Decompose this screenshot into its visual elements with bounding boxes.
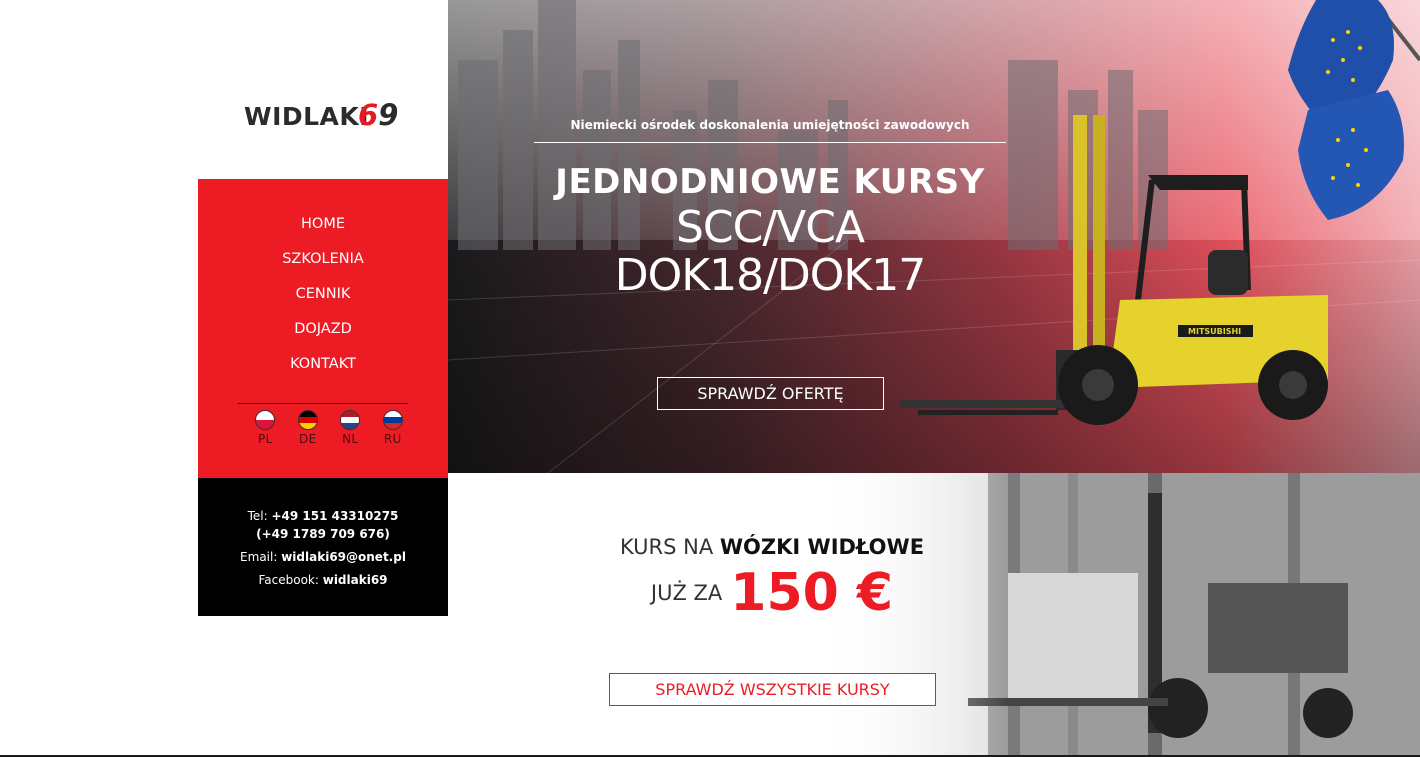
main-nav: HOME SZKOLENIA CENNIK DOJAZD KONTAKT PL … <box>198 179 448 478</box>
language-divider <box>238 403 408 404</box>
lang-pl[interactable]: PL <box>244 409 287 446</box>
all-courses-button[interactable]: SPRAWDŹ WSZYSTKIE KURSY <box>609 673 936 706</box>
germany-flag-icon[interactable] <box>297 410 318 430</box>
nav-item-home[interactable]: HOME <box>198 213 448 248</box>
poland-flag-icon[interactable] <box>255 410 276 430</box>
contact-tel-alt[interactable]: (+49 1789 709 676) <box>198 527 448 541</box>
logo-number: 69 <box>358 98 399 132</box>
hero-subheadline-1: SCC/VCA <box>675 202 865 253</box>
facebook-link[interactable]: widlaki69 <box>323 573 388 587</box>
hero-subheadline-2: DOK18/DOK17 <box>614 250 927 301</box>
logo-text: WIDLAKI <box>244 102 370 131</box>
svg-text:MITSUBISHI: MITSUBISHI <box>1188 327 1241 336</box>
eu-flags-image <box>1288 0 1420 220</box>
contact-tel: Tel: +49 151 43310275 <box>247 509 399 523</box>
email-link[interactable]: widlaki69@onet.pl <box>281 550 406 564</box>
contact-facebook: Facebook: widlaki69 <box>258 573 388 587</box>
phone-link[interactable]: +49 151 43310275 <box>271 509 398 523</box>
contact-box: Tel: +49 151 43310275 (+49 1789 709 676)… <box>198 478 448 616</box>
contact-email: Email: widlaki69@onet.pl <box>240 550 406 564</box>
hero-divider <box>534 142 1006 143</box>
nav-item-szkolenia[interactable]: SZKOLENIA <box>198 248 448 283</box>
lang-code-nl[interactable]: NL <box>329 432 372 446</box>
nav-item-dojazd[interactable]: DOJAZD <box>198 318 448 353</box>
hero-headline: JEDNODNIOWE KURSY <box>555 162 985 202</box>
check-offer-button[interactable]: SPRAWDŹ OFERTĘ <box>657 377 884 410</box>
russia-flag-icon[interactable] <box>382 410 403 430</box>
language-switcher: PL DE NL RU <box>244 409 414 446</box>
lang-code-de[interactable]: DE <box>287 432 330 446</box>
nav-item-kontakt[interactable]: KONTAKT <box>198 353 448 388</box>
lang-de[interactable]: DE <box>287 409 330 446</box>
netherlands-flag-icon[interactable] <box>340 410 361 430</box>
hero-banner: MITSUBISHI Niemiecki ośrodek doskonaleni… <box>448 0 1420 473</box>
site-logo[interactable]: WIDLAKI 69 <box>244 98 404 136</box>
lang-code-pl[interactable]: PL <box>244 432 287 446</box>
promo-line-1: KURS NA WÓZKI WIDŁOWE <box>619 535 925 559</box>
lang-nl[interactable]: NL <box>329 409 372 446</box>
promo-line-2: JUŻ ZA 150 € <box>650 563 894 623</box>
promo-price: 150 € <box>730 563 894 623</box>
promo-banner: KURS NA WÓZKI WIDŁOWE JUŻ ZA 150 € SPRAWD… <box>448 473 1420 757</box>
lang-ru[interactable]: RU <box>372 409 415 446</box>
nav-item-cennik[interactable]: CENNIK <box>198 283 448 318</box>
hero-tagline: Niemiecki ośrodek doskonalenia umiejętno… <box>570 118 970 132</box>
lang-code-ru[interactable]: RU <box>372 432 415 446</box>
